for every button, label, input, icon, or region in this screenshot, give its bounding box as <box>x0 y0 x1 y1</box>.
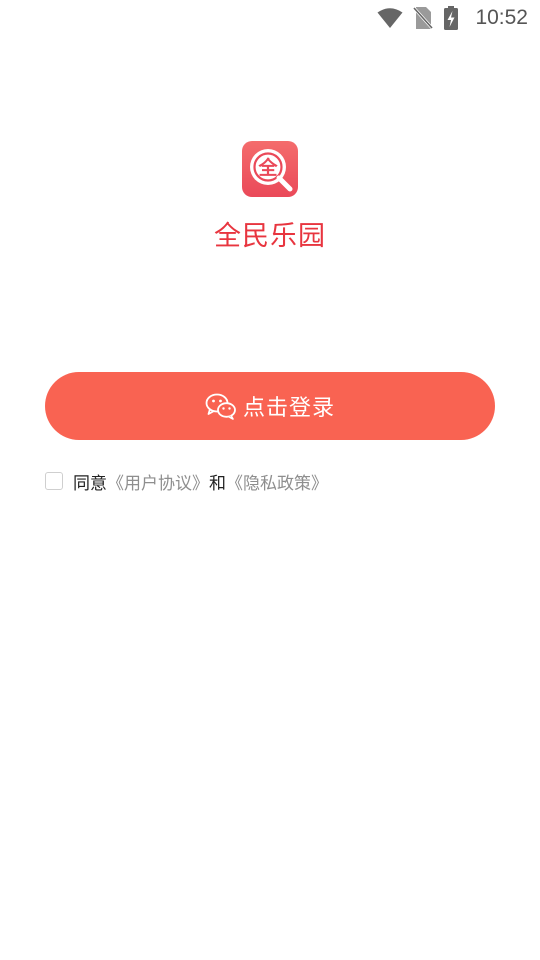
login-button[interactable]: 点击登录 <box>45 372 495 440</box>
agree-prefix: 同意 <box>73 473 107 494</box>
user-agreement-link[interactable]: 《用户协议》 <box>107 469 209 494</box>
status-bar: 10:52 <box>0 0 540 36</box>
login-screen: 10:52 全 全民乐园 点击登录 同意 《用户协议》 和 《隐私政策》 <box>0 0 540 960</box>
no-sim-icon <box>413 6 434 30</box>
logo-glyph: 全 <box>257 156 278 179</box>
wifi-icon <box>377 7 403 29</box>
login-label: 点击登录 <box>242 396 335 421</box>
privacy-policy-link[interactable]: 《隐私政策》 <box>226 469 328 494</box>
app-name: 全民乐园 <box>214 221 326 252</box>
wechat-icon <box>205 392 237 420</box>
battery-charging-icon <box>443 6 459 30</box>
app-logo: 全 <box>242 141 298 197</box>
agree-checkbox[interactable] <box>45 472 63 490</box>
agreement-row: 同意 《用户协议》 和 《隐私政策》 <box>45 468 328 494</box>
status-icons: 10:52 <box>377 4 528 32</box>
status-time: 10:52 <box>475 6 528 29</box>
agree-conjunction: 和 <box>209 473 226 494</box>
